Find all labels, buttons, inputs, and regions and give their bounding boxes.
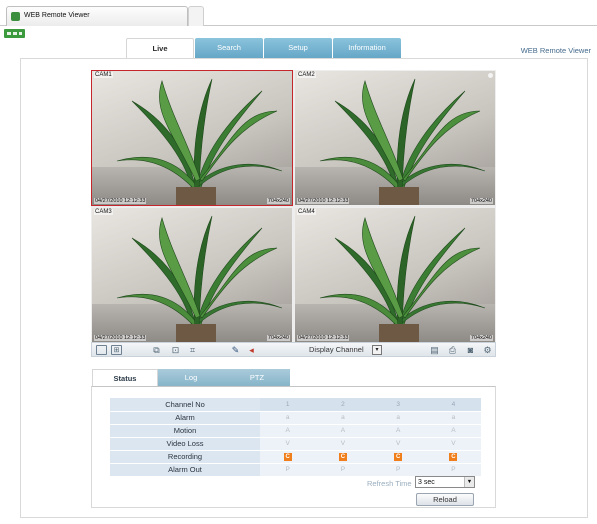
- video-grid: CAM1 04/27/2010 12:12:33 704x240 CAM2 04…: [91, 70, 496, 343]
- tab-information[interactable]: Information: [333, 38, 401, 58]
- row-label: Alarm: [110, 411, 260, 425]
- camera-name: CAM1: [94, 72, 113, 78]
- alarm-out-icon: P: [370, 463, 426, 477]
- camera-resolution: 704x240: [266, 198, 290, 204]
- new-tab-button[interactable]: [188, 6, 204, 26]
- camera-resolution: 704x240: [469, 335, 493, 341]
- print-icon[interactable]: ⎙: [447, 345, 458, 355]
- channel-number: 2: [315, 398, 371, 412]
- camera-name: CAM4: [297, 209, 316, 215]
- browser-tab-strip: WEB Remote Viewer: [0, 0, 597, 26]
- channel-number: 4: [425, 398, 481, 412]
- alarm-out-icon: P: [425, 463, 481, 477]
- record-indicator-icon: [488, 73, 493, 78]
- row-label: Channel No: [110, 398, 260, 412]
- channel-number: 1: [260, 398, 316, 412]
- refresh-time-select[interactable]: 3 sec ▼: [415, 476, 475, 488]
- camera-resolution: 704x240: [469, 198, 493, 204]
- tab-status[interactable]: Status: [92, 369, 158, 387]
- alarm-icon: a: [260, 411, 316, 425]
- plant-image: [116, 78, 283, 205]
- motion-icon: A: [260, 424, 316, 438]
- refresh-time-label: Refresh Time: [367, 479, 412, 488]
- table-row: Video Loss V V V V: [110, 437, 481, 451]
- row-label: Motion: [110, 424, 260, 438]
- quad-view-icon[interactable]: ⊞: [111, 345, 122, 355]
- camera-view-2[interactable]: CAM2 04/27/2010 12:12:33 704x240: [294, 70, 496, 206]
- audio-icon[interactable]: ◂: [246, 345, 257, 355]
- row-label: Alarm Out: [110, 463, 260, 477]
- motion-icon: A: [425, 424, 481, 438]
- alarm-icon: a: [315, 411, 371, 425]
- browser-tab[interactable]: WEB Remote Viewer: [6, 6, 188, 26]
- recording-icon: C: [283, 452, 292, 461]
- camera-timestamp: 04/27/2010 12:12:33: [297, 335, 350, 341]
- main-nav: Live Search Setup Information: [18, 36, 588, 58]
- camera-view-1[interactable]: CAM1 04/27/2010 12:12:33 704x240: [91, 70, 293, 206]
- table-row: Alarm Out P P P P: [110, 463, 481, 477]
- copy-icon[interactable]: ⧉: [151, 345, 162, 355]
- recording-icon: C: [394, 452, 403, 461]
- status-tabs: Status Log PTZ: [92, 369, 292, 387]
- camera-view-3[interactable]: CAM3 04/27/2010 12:12:33 704x240: [91, 207, 293, 343]
- tab-search[interactable]: Search: [195, 38, 263, 58]
- table-row: Alarm a a a a: [110, 411, 481, 425]
- brand-label: WEB Remote Viewer: [520, 46, 591, 55]
- camera-name: CAM2: [297, 72, 316, 78]
- alarm-out-icon: P: [260, 463, 316, 477]
- reload-button[interactable]: Reload: [416, 493, 474, 506]
- tab-log[interactable]: Log: [158, 369, 224, 387]
- video-loss-icon: V: [425, 437, 481, 451]
- video-loss-icon: V: [370, 437, 426, 451]
- row-label: Video Loss: [110, 437, 260, 451]
- browser-window: WEB Remote Viewer Live Search Setup Info…: [0, 0, 597, 524]
- browser-tab-title: WEB Remote Viewer: [24, 12, 90, 19]
- status-table: Channel No 1 2 3 4 Alarm a a a a Motion …: [110, 398, 481, 477]
- channel-number: 3: [370, 398, 426, 412]
- tab-setup[interactable]: Setup: [264, 38, 332, 58]
- plant-image: [319, 78, 486, 205]
- video-loss-icon: V: [260, 437, 316, 451]
- settings-icon[interactable]: ⚙: [482, 345, 493, 355]
- display-channel-dropdown[interactable]: ▾: [372, 345, 382, 355]
- page-favicon-icon: [11, 12, 20, 21]
- single-view-icon[interactable]: [96, 345, 107, 355]
- table-row: Motion A A A A: [110, 424, 481, 438]
- recording-icon: C: [338, 452, 347, 461]
- display-channel-label: Display Channel: [309, 345, 364, 354]
- tab-ptz[interactable]: PTZ: [224, 369, 290, 387]
- video-loss-icon: V: [315, 437, 371, 451]
- status-panel: Channel No 1 2 3 4 Alarm a a a a Motion …: [91, 386, 496, 508]
- pen-icon[interactable]: ✎: [230, 345, 241, 355]
- camera-view-4[interactable]: CAM4 04/27/2010 12:12:33 704x240: [294, 207, 496, 343]
- camera-timestamp: 04/27/2010 12:12:33: [94, 335, 147, 341]
- tab-live[interactable]: Live: [126, 38, 194, 58]
- alarm-icon: a: [425, 411, 481, 425]
- fullscreen-icon[interactable]: ⌗: [187, 345, 198, 355]
- motion-icon: A: [370, 424, 426, 438]
- table-row: Recording C C C C: [110, 450, 481, 464]
- table-row: Channel No 1 2 3 4: [110, 398, 481, 412]
- motion-icon: A: [315, 424, 371, 438]
- alarm-out-icon: P: [315, 463, 371, 477]
- camera-name: CAM3: [94, 209, 113, 215]
- camera-timestamp: 04/27/2010 12:12:33: [297, 198, 350, 204]
- refresh-time-value: 3 sec: [418, 479, 435, 486]
- plant-image: [116, 215, 283, 342]
- camera-resolution: 704x240: [266, 335, 290, 341]
- chevron-down-icon[interactable]: ▼: [464, 477, 474, 487]
- plant-image: [319, 215, 486, 342]
- alarm-icon: a: [370, 411, 426, 425]
- snapshot-icon[interactable]: ◙: [465, 345, 476, 355]
- save-icon[interactable]: ▤: [429, 345, 440, 355]
- viewer-toolbar: ⊞ ⧉ ⊡ ⌗ ✎ ◂ Display Channel ▾ ▤ ⎙ ◙ ⚙: [91, 342, 496, 357]
- camera-timestamp: 04/27/2010 12:12:33: [94, 198, 147, 204]
- recording-icon: C: [449, 452, 458, 461]
- zoom-icon[interactable]: ⊡: [170, 345, 181, 355]
- row-label: Recording: [110, 450, 260, 464]
